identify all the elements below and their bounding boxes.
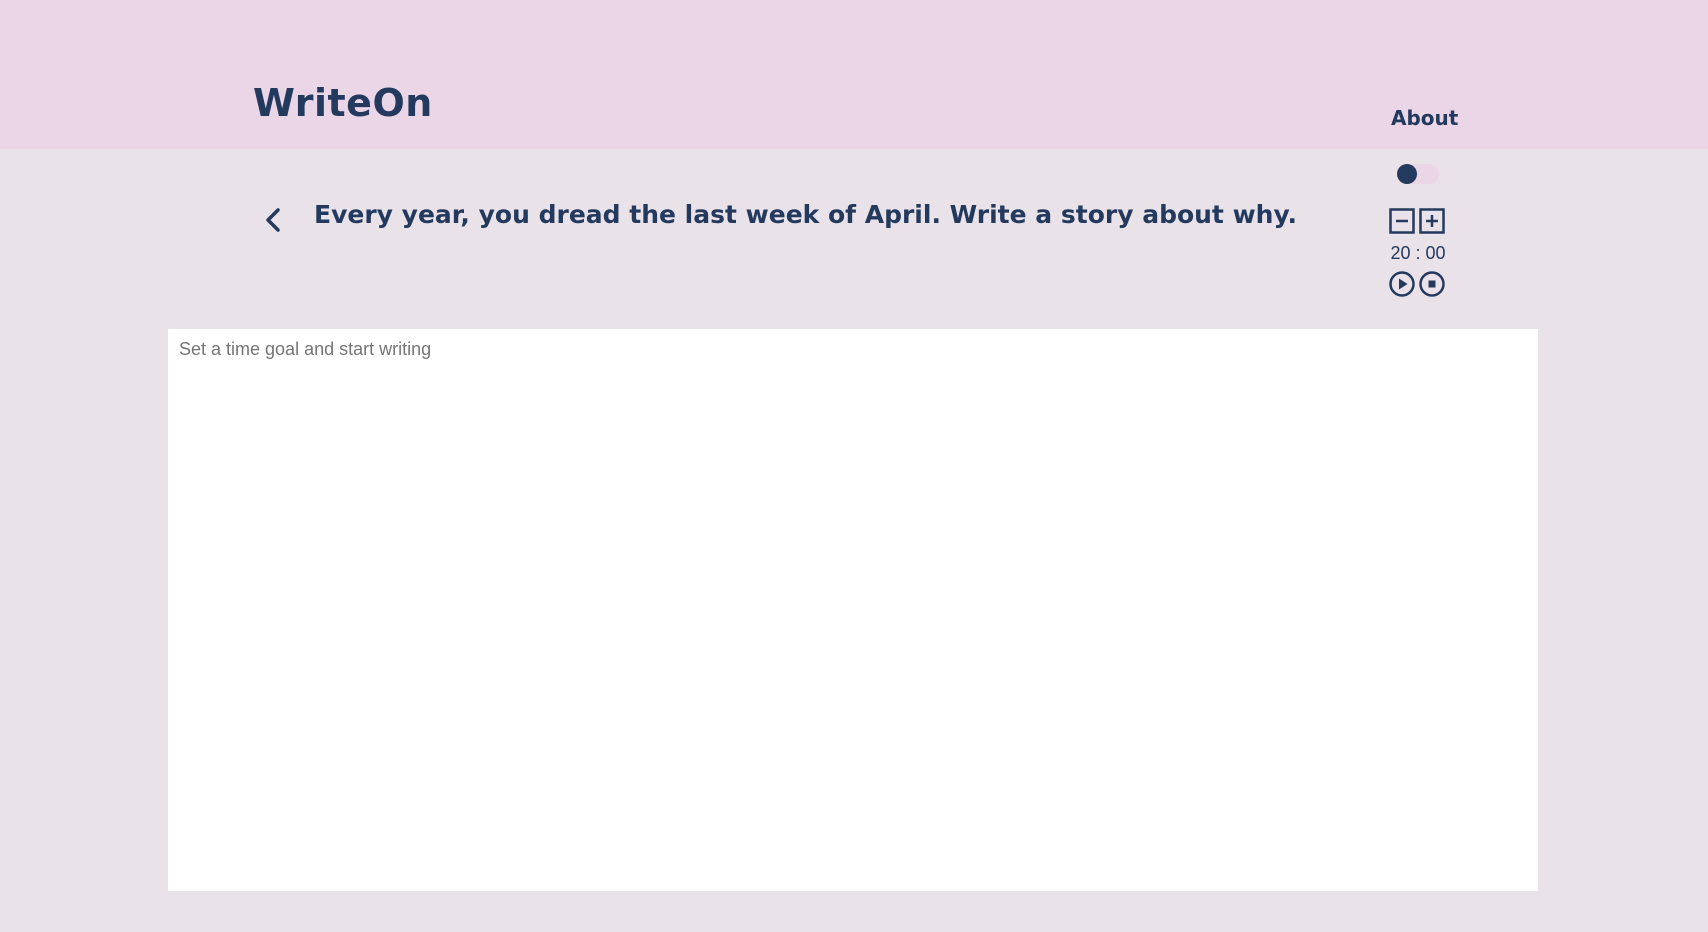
play-circle-icon — [1389, 271, 1415, 297]
writing-prompt: Every year, you dread the last week of A… — [314, 200, 1297, 229]
writing-editor[interactable] — [168, 329, 1538, 891]
increase-time-button[interactable] — [1418, 207, 1446, 235]
minus-square-icon — [1389, 208, 1415, 234]
decrease-time-button[interactable] — [1388, 207, 1416, 235]
toggle-knob — [1397, 164, 1417, 184]
back-button[interactable] — [259, 205, 289, 235]
start-timer-button[interactable] — [1388, 270, 1416, 298]
timer-display: 20 : 00 — [1390, 243, 1446, 263]
stop-timer-button[interactable] — [1418, 270, 1446, 298]
chevron-left-icon — [266, 208, 280, 232]
app-logo[interactable]: WriteOn — [253, 84, 433, 122]
plus-square-icon — [1419, 208, 1445, 234]
stop-circle-icon — [1419, 271, 1445, 297]
theme-toggle[interactable] — [1397, 164, 1439, 184]
about-link[interactable]: About — [1391, 108, 1458, 128]
